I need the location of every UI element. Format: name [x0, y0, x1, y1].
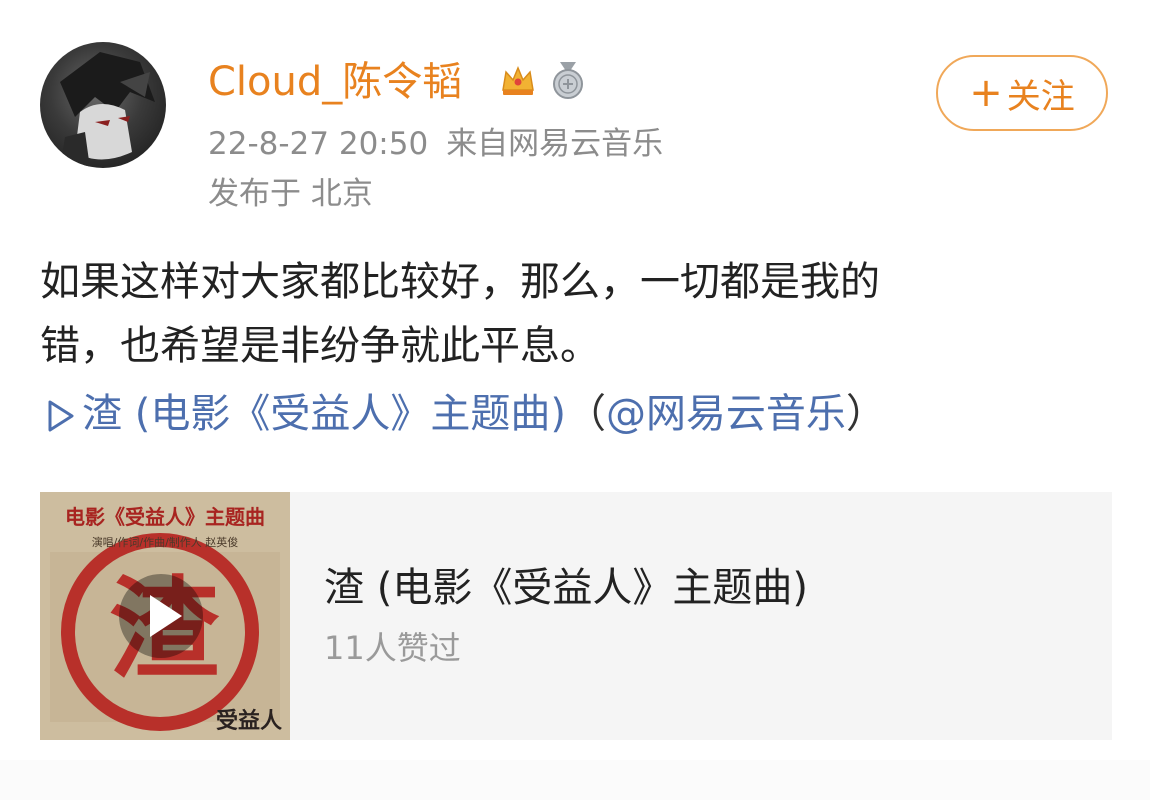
- post-meta: 22-8-27 20:50 来自网易云音乐: [208, 124, 681, 164]
- author-name[interactable]: Cloud_陈令韬: [208, 56, 462, 108]
- cover-corner-text: 受益人: [216, 708, 282, 734]
- cover-header: 电影《受益人》主题曲: [65, 505, 265, 529]
- music-link-row: 渣 (电影《受益人》主题曲)（@网易云音乐）: [46, 388, 886, 440]
- follow-label: 关注: [1006, 76, 1075, 117]
- play-icon[interactable]: [118, 573, 204, 659]
- post-text-line: 如果这样对大家都比较好，那么，一切都是我的: [40, 259, 880, 305]
- avatar[interactable]: [40, 42, 166, 168]
- mention-link[interactable]: @网易云音乐: [606, 391, 846, 437]
- footer-strip: [0, 760, 1150, 800]
- post-text-line: 错，也希望是非纷争就此平息。: [40, 323, 600, 369]
- open-paren: （: [565, 391, 606, 437]
- card-likes: 11人赞过: [324, 629, 461, 667]
- close-paren: ）: [845, 391, 886, 437]
- cover-credits: 演唱/作词/作曲/制作人 赵英俊: [92, 535, 239, 549]
- plus-icon: +: [969, 70, 1003, 116]
- post-body: 如果这样对大家都比较好，那么，一切都是我的 错，也希望是非纷争就此平息。: [40, 250, 1110, 378]
- card-title[interactable]: 渣 (电影《受益人》主题曲): [324, 562, 808, 614]
- music-card[interactable]: 渣 电影《受益人》主题曲 演唱/作词/作曲/制作人 赵英俊 受益人 渣 (电影《…: [40, 492, 1112, 740]
- post-timestamp: 22-8-27 20:50: [208, 126, 429, 162]
- follow-button[interactable]: + 关注: [936, 55, 1108, 131]
- music-link[interactable]: 渣 (电影《受益人》主题曲): [82, 391, 566, 437]
- play-triangle-icon: [48, 400, 74, 432]
- album-cover: 渣 电影《受益人》主题曲 演唱/作词/作曲/制作人 赵英俊 受益人: [40, 492, 290, 740]
- medal-icon[interactable]: [548, 60, 588, 100]
- avatar-image: [60, 52, 155, 168]
- post-location: 发布于 北京: [208, 176, 373, 212]
- post-source: 来自网易云音乐: [446, 126, 664, 162]
- crown-icon[interactable]: [498, 60, 538, 100]
